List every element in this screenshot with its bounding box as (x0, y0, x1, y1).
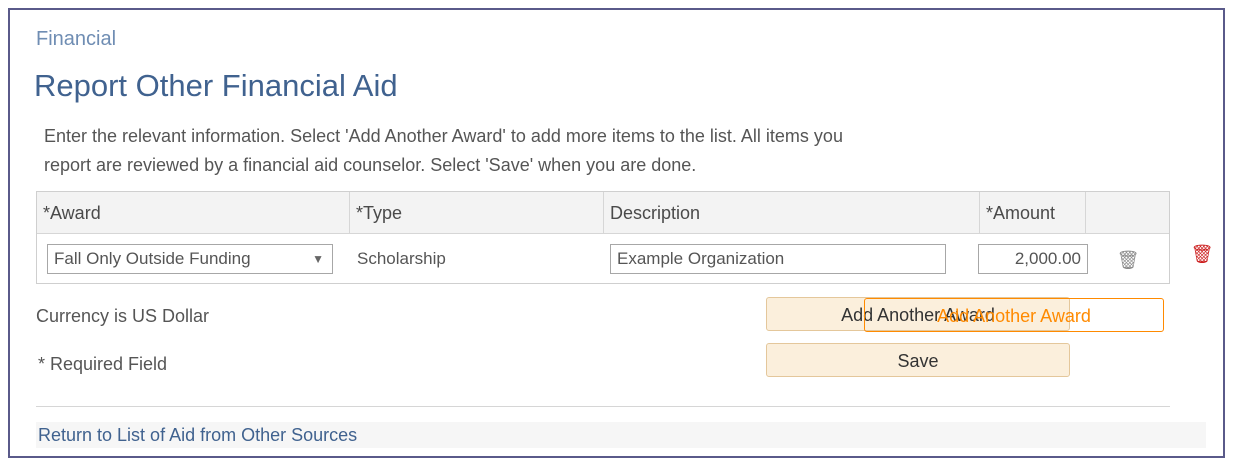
instructions: Enter the relevant information. Select '… (44, 122, 1044, 180)
column-header-description: Description (604, 192, 980, 234)
description-input[interactable]: Example Organization (610, 244, 946, 274)
add-another-award-button-highlight[interactable]: Add Another Award (864, 298, 1164, 332)
instructions-line-2: report are reviewed by a financial aid c… (44, 155, 697, 175)
column-header-actions (1086, 192, 1171, 234)
column-header-type: *Type (350, 192, 604, 234)
trash-icon[interactable]: 🗑 (1190, 242, 1214, 266)
required-field-label: * Required Field (38, 354, 168, 374)
divider (36, 406, 1170, 407)
table-row: Fall Only Outside Funding ▼ Scholarship … (37, 234, 1169, 284)
award-select-value: Fall Only Outside Funding (54, 249, 251, 268)
page-title: Report Other Financial Aid (34, 68, 398, 103)
type-cell: Scholarship (357, 249, 446, 268)
award-select[interactable]: Fall Only Outside Funding ▼ (47, 244, 333, 274)
table-header: *Award *Type Description *Amount (37, 192, 1169, 234)
column-header-award: *Award (37, 192, 350, 234)
currency-label: Currency is US Dollar (36, 306, 210, 326)
column-header-amount: *Amount (980, 192, 1086, 234)
breadcrumb[interactable]: Financial (36, 28, 116, 51)
chevron-down-icon: ▼ (312, 252, 324, 266)
save-button[interactable]: Save (766, 343, 1070, 377)
amount-input[interactable]: 2,000.00 (978, 244, 1088, 274)
return-to-list-link[interactable]: Return to List of Aid from Other Sources (36, 422, 1206, 448)
page-frame: Financial Report Other Financial Aid Ent… (8, 8, 1225, 458)
instructions-line-1: Enter the relevant information. Select '… (44, 126, 843, 146)
delete-icon[interactable]: 🗑 (1116, 248, 1140, 272)
aid-table: *Award *Type Description *Amount Fall On… (36, 191, 1170, 284)
